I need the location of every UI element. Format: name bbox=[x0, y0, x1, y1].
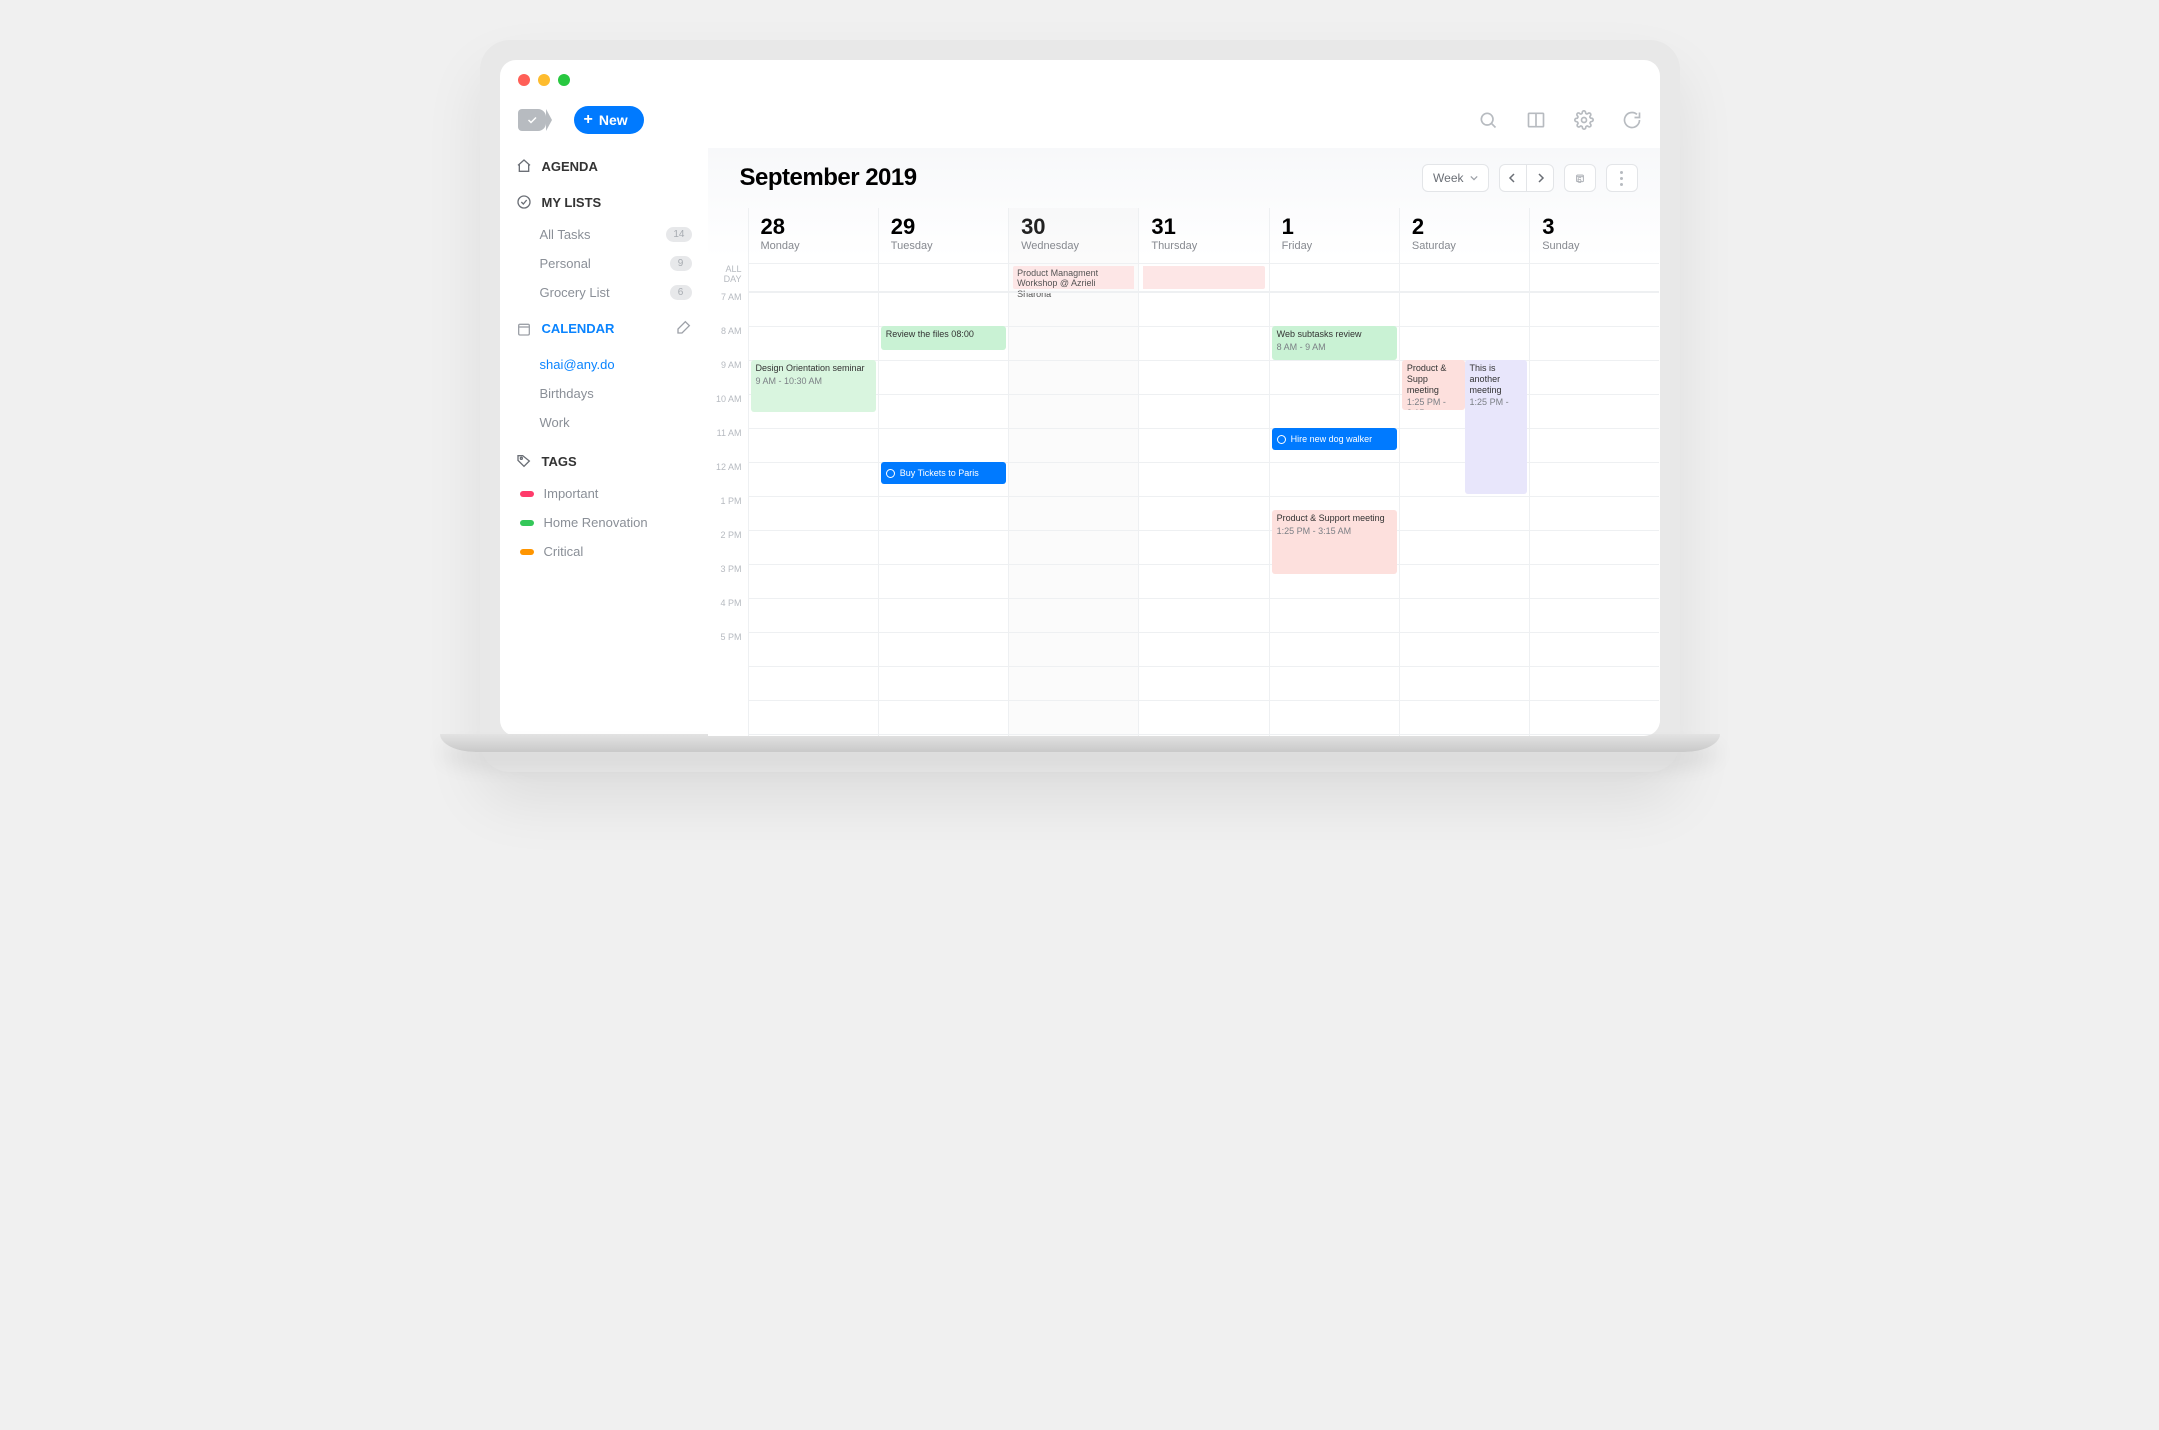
tag-item-important[interactable]: Important bbox=[500, 479, 708, 508]
sidebar-calendar[interactable]: CALENDAR bbox=[500, 307, 708, 350]
window-controls bbox=[500, 60, 1660, 96]
check-circle-icon bbox=[516, 194, 532, 210]
search-icon[interactable] bbox=[1478, 110, 1498, 130]
list-item-alltasks[interactable]: All Tasks 14 bbox=[500, 220, 708, 249]
more-vertical-icon bbox=[1620, 171, 1623, 186]
agenda-label: AGENDA bbox=[542, 159, 598, 174]
chevron-left-icon bbox=[1508, 173, 1518, 183]
tag-swatch bbox=[520, 491, 534, 497]
calendar-label: CALENDAR bbox=[542, 321, 615, 336]
mylists-label: MY LISTS bbox=[542, 195, 602, 210]
home-icon bbox=[516, 158, 532, 174]
today-button[interactable]: 6 bbox=[1564, 164, 1596, 192]
maximize-window-button[interactable] bbox=[558, 74, 570, 86]
event-pm-workshop[interactable]: Product Managment Workshop @ Azrieli Sha… bbox=[1013, 266, 1134, 289]
event-buy-tickets[interactable]: Buy Tickets to Paris bbox=[881, 462, 1006, 484]
event-ps-meeting-fri[interactable]: Product & Support meeting 1:25 PM - 3:15… bbox=[1272, 510, 1397, 574]
event-hire-dog-walker[interactable]: Hire new dog walker bbox=[1272, 428, 1397, 450]
close-window-button[interactable] bbox=[518, 74, 530, 86]
task-circle-icon bbox=[886, 469, 895, 478]
day-column-wed[interactable]: 30 Wednesday Product Managment Workshop … bbox=[1008, 208, 1138, 736]
sidebar-agenda[interactable]: AGENDA bbox=[500, 148, 708, 184]
event-web-subtasks[interactable]: Web subtasks review 8 AM - 9 AM bbox=[1272, 326, 1397, 360]
day-column-fri[interactable]: 1 Friday Web subtasks review 8 AM - 9 AM bbox=[1269, 208, 1399, 736]
sidebar-tags[interactable]: TAGS bbox=[500, 437, 708, 479]
count-badge: 6 bbox=[670, 285, 692, 300]
panel-layout-icon[interactable] bbox=[1526, 110, 1546, 130]
task-circle-icon bbox=[1277, 435, 1286, 444]
count-badge: 14 bbox=[666, 227, 691, 242]
day-column-sat[interactable]: 2 Saturday Product & Supp meeting 1:25 P… bbox=[1399, 208, 1529, 736]
sync-icon[interactable] bbox=[1622, 110, 1642, 130]
view-selector[interactable]: Week bbox=[1422, 164, 1488, 192]
event-pm-workshop[interactable] bbox=[1143, 266, 1264, 289]
list-item-personal[interactable]: Personal 9 bbox=[500, 249, 708, 278]
event-ps-meeting-sat[interactable]: Product & Supp meeting 1:25 PM - 3:15 bbox=[1402, 360, 1465, 410]
edit-icon[interactable] bbox=[676, 319, 692, 338]
more-options-button[interactable] bbox=[1606, 164, 1638, 192]
prev-week-button[interactable] bbox=[1499, 164, 1526, 192]
tag-swatch bbox=[520, 520, 534, 526]
settings-icon[interactable] bbox=[1574, 110, 1594, 130]
sidebar-mylists[interactable]: MY LISTS bbox=[500, 184, 708, 220]
event-design-seminar[interactable]: Design Orientation seminar 9 AM - 10:30 … bbox=[751, 360, 876, 412]
day-column-mon[interactable]: 28 Monday Design Orientation seminar 9 A… bbox=[748, 208, 878, 736]
tag-item-home[interactable]: Home Renovation bbox=[500, 508, 708, 537]
calendar-item-birthdays[interactable]: Birthdays bbox=[500, 379, 708, 408]
calendar-item-shai[interactable]: shai@any.do bbox=[500, 350, 708, 379]
day-column-tue[interactable]: 29 Tuesday Review the files 08:00 bbox=[878, 208, 1008, 736]
chevron-down-icon bbox=[1470, 174, 1478, 182]
tag-swatch bbox=[520, 549, 534, 555]
next-week-button[interactable] bbox=[1526, 164, 1554, 192]
tags-icon bbox=[516, 453, 532, 469]
new-button[interactable]: + New bbox=[574, 106, 644, 134]
list-item-grocery[interactable]: Grocery List 6 bbox=[500, 278, 708, 307]
calendar-title: September 2019 bbox=[740, 164, 917, 192]
new-button-label: New bbox=[599, 112, 628, 128]
tag-item-critical[interactable]: Critical bbox=[500, 537, 708, 566]
time-gutter: ALL DAY 7 AM 8 AM 9 AM 10 AM 11 AM 12 AM… bbox=[708, 208, 748, 736]
app-badge[interactable] bbox=[518, 109, 546, 131]
chevron-right-icon bbox=[1535, 173, 1545, 183]
minimize-window-button[interactable] bbox=[538, 74, 550, 86]
day-column-sun[interactable]: 3 Sunday bbox=[1529, 208, 1659, 736]
count-badge: 9 bbox=[670, 256, 692, 271]
event-another-meeting[interactable]: This is another meeting 1:25 PM - bbox=[1465, 360, 1528, 494]
calendar-item-work[interactable]: Work bbox=[500, 408, 708, 437]
tags-label: TAGS bbox=[542, 454, 577, 469]
day-column-thu[interactable]: 31 Thursday bbox=[1138, 208, 1268, 736]
calendar-icon bbox=[516, 321, 532, 337]
event-review-files[interactable]: Review the files 08:00 bbox=[881, 326, 1006, 350]
